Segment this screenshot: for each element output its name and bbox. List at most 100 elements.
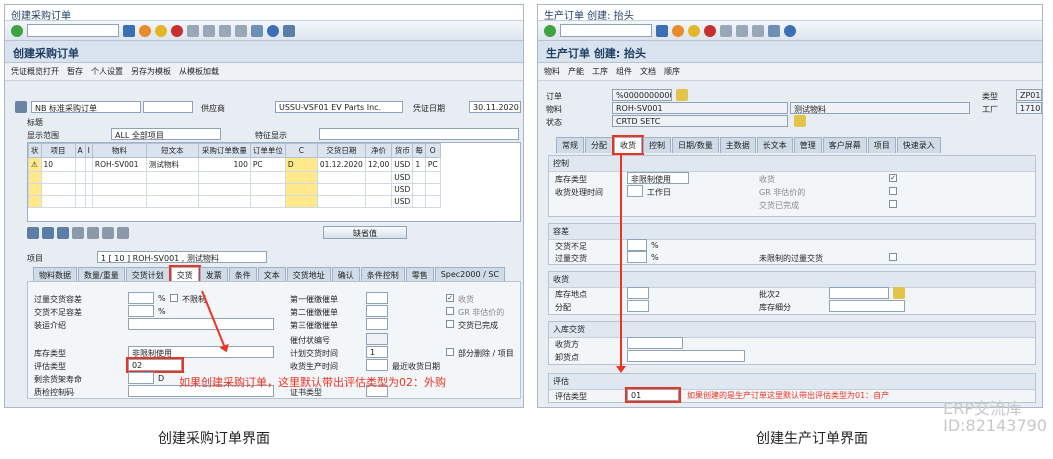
overdelivery-field[interactable]	[627, 251, 647, 263]
gr-checkbox[interactable]	[889, 174, 897, 182]
col-material[interactable]: 物料	[91, 143, 147, 158]
cell-short-text[interactable]: 测试物料	[145, 157, 199, 172]
gr-time-field[interactable]	[366, 359, 388, 371]
capacity-button[interactable]: 产能	[568, 66, 584, 77]
tab-control[interactable]: 控制	[643, 137, 671, 153]
underdelivery-field[interactable]	[627, 239, 647, 251]
cell-acct[interactable]	[74, 157, 86, 172]
header-toggle[interactable]: 标题	[27, 117, 43, 128]
sequence-button[interactable]: 顺序	[664, 66, 680, 77]
planned-time-field[interactable]: 1	[366, 346, 388, 358]
partial-delete-checkbox[interactable]	[446, 348, 454, 356]
default-values-button[interactable]: 缺省值	[323, 226, 407, 239]
cell-cat[interactable]	[84, 157, 93, 172]
col-price[interactable]: 净价	[364, 143, 393, 158]
hold-button[interactable]: 暂存	[67, 66, 83, 77]
save-icon[interactable]	[656, 24, 668, 37]
doc-type-select[interactable]: NB 标准采购订单	[31, 101, 141, 113]
delivery-done-checkbox[interactable]	[889, 200, 897, 208]
new-session-icon[interactable]	[251, 24, 263, 37]
deselect-icon[interactable]	[57, 227, 69, 239]
gr-checkbox[interactable]	[446, 294, 454, 302]
vendor-field[interactable]: USSU-VSF01 EV Parts Inc.	[275, 101, 403, 113]
filter-icon[interactable]	[117, 227, 129, 239]
shelf-life-field[interactable]	[128, 372, 154, 384]
cell-oun[interactable]: PC	[424, 157, 441, 172]
col-acct[interactable]: A	[74, 143, 86, 158]
table-row[interactable]: USD	[28, 195, 441, 208]
cell-per[interactable]: 1	[412, 157, 426, 172]
unlimited-checkbox[interactable]	[170, 294, 178, 302]
tab-master-data[interactable]: 主数据	[719, 137, 756, 153]
save-icon[interactable]	[123, 24, 135, 37]
feature-select[interactable]	[319, 128, 519, 140]
col-oun[interactable]: O	[424, 143, 441, 158]
exit-icon[interactable]	[155, 24, 167, 37]
cell-unit[interactable]: PC	[249, 157, 286, 172]
back-icon[interactable]	[139, 24, 151, 37]
tab-assignment[interactable]: 分配	[585, 137, 613, 153]
command-field[interactable]	[27, 24, 119, 37]
layout-icon[interactable]	[283, 24, 295, 37]
reminder3-field[interactable]	[366, 318, 388, 330]
stock-type-select[interactable]: 非限制使用	[627, 172, 689, 184]
unloading-field[interactable]	[627, 350, 745, 362]
cell-currency[interactable]: USD	[391, 157, 414, 172]
table-row[interactable]: ⚠ 10 ROH-SV001 测试物料 100 PC D 01.12.2020 …	[28, 157, 441, 172]
tab-goods-receipt[interactable]: 收货	[612, 135, 644, 155]
new-session-icon[interactable]	[768, 24, 780, 37]
operations-button[interactable]: 工序	[592, 66, 608, 77]
find-icon[interactable]	[736, 24, 748, 37]
col-status[interactable]: 状	[28, 143, 42, 158]
col-currency[interactable]: 货币	[391, 143, 414, 158]
help-icon[interactable]	[784, 24, 796, 37]
material-button[interactable]: 物料	[544, 66, 560, 77]
storage-loc-field[interactable]	[627, 287, 649, 299]
info-icon[interactable]	[794, 115, 806, 127]
stock-seg-field[interactable]	[829, 300, 905, 312]
batch-icon[interactable]	[893, 287, 905, 299]
shipping-select[interactable]	[128, 318, 274, 330]
tab-project[interactable]: 项目	[867, 137, 896, 153]
print-icon[interactable]	[187, 24, 199, 37]
unlimited-over-checkbox[interactable]	[889, 253, 897, 261]
cell-qty[interactable]: 100	[197, 157, 251, 172]
col-cat[interactable]: I	[84, 143, 93, 158]
tab-admin[interactable]: 管理	[793, 137, 822, 153]
load-from-template-button[interactable]: 从模板加载	[179, 66, 219, 77]
components-button[interactable]: 组件	[616, 66, 632, 77]
command-field[interactable]	[560, 24, 652, 37]
page-first-icon[interactable]	[752, 24, 764, 37]
cancel-icon[interactable]	[171, 24, 183, 37]
cell-material[interactable]: ROH-SV001	[91, 157, 147, 172]
edit-icon[interactable]	[676, 89, 688, 101]
display-range-select[interactable]: ALL 全部项目	[111, 128, 221, 140]
reminder2-field[interactable]	[366, 305, 388, 317]
copy-icon[interactable]	[87, 227, 99, 239]
overdelivery-field[interactable]	[128, 292, 154, 304]
col-unit[interactable]: 订单单位	[249, 143, 286, 158]
gr-proc-time-field[interactable]	[627, 185, 643, 197]
tab-dates-qty[interactable]: 日期/数量	[672, 137, 719, 153]
gr-nonval-checkbox[interactable]	[889, 187, 897, 195]
tab-long-text[interactable]: 长文本	[756, 137, 793, 153]
enter-icon[interactable]	[11, 24, 23, 37]
underdelivery-field[interactable]	[128, 305, 154, 317]
gr-nonval-checkbox[interactable]	[446, 307, 454, 315]
tab-customer-screen[interactable]: 客户屏幕	[822, 137, 867, 153]
page-last-icon[interactable]	[235, 24, 247, 37]
item-select[interactable]: 1 [ 10 ] ROH-SV001 , 测试物料	[97, 251, 267, 263]
table-row[interactable]: USD	[28, 183, 441, 196]
select-all-icon[interactable]	[42, 227, 54, 239]
col-qty[interactable]: 采购订单数量	[197, 143, 251, 158]
col-item[interactable]: 项目	[40, 143, 76, 158]
delivery-done-checkbox[interactable]	[446, 320, 454, 328]
col-short-text[interactable]: 短文本	[145, 143, 199, 158]
documents-button[interactable]: 文档	[640, 66, 656, 77]
cancel-icon[interactable]	[704, 24, 716, 37]
po-number-field[interactable]	[143, 101, 193, 113]
doc-overview-button[interactable]: 凭证概览打开	[11, 66, 59, 77]
tab-general[interactable]: 常规	[556, 137, 584, 153]
table-row[interactable]: USD	[28, 171, 441, 184]
doc-date-field[interactable]: 30.11.2020	[469, 101, 521, 113]
